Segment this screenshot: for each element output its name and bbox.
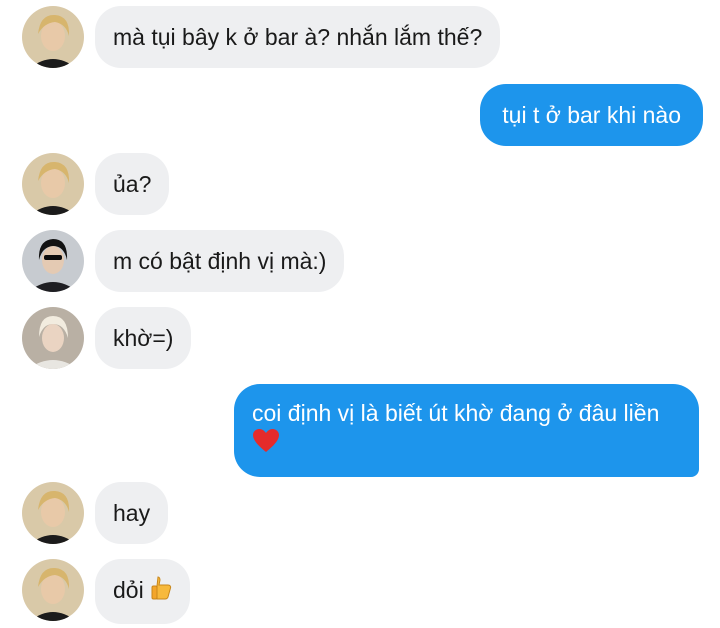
message-text: ủa? — [113, 171, 152, 197]
message-bubble-incoming[interactable]: ủa? — [95, 153, 170, 215]
red-heart-icon — [252, 428, 280, 461]
avatar-blonde-boy[interactable] — [22, 482, 84, 544]
message-text: coi định vị là biết út khờ đang ở đâu li… — [252, 400, 660, 426]
avatar-dark-hair-boy[interactable] — [22, 230, 84, 292]
message-text: khờ=) — [113, 325, 174, 351]
message-bubble-incoming[interactable]: khờ=) — [95, 307, 192, 369]
avatar-blonde-boy[interactable] — [22, 153, 84, 215]
message-bubble-incoming[interactable]: hay — [95, 482, 169, 544]
message-text: tụi t ở bar khi nào — [502, 102, 681, 128]
message-bubble-incoming[interactable]: mà tụi bây k ở bar à? nhắn lắm thế? — [95, 6, 501, 68]
avatar-blonde-boy[interactable] — [22, 559, 84, 621]
message-bubble-incoming[interactable]: m có bật định vị mà:) — [95, 230, 345, 292]
message-bubble-outgoing[interactable]: coi định vị là biết út khờ đang ở đâu li… — [234, 384, 699, 478]
message-text: m có bật định vị mà:) — [113, 248, 327, 274]
avatar-platinum-boy[interactable] — [22, 307, 84, 369]
message-text: mà tụi bây k ở bar à? nhắn lắm thế? — [113, 24, 483, 50]
message-text: hay — [113, 500, 151, 526]
avatar-blonde-boy[interactable] — [22, 6, 84, 68]
message-bubble-incoming[interactable]: dỏi — [95, 559, 191, 625]
message-text: dỏi — [113, 577, 144, 603]
message-bubble-outgoing[interactable]: tụi t ở bar khi nào — [480, 84, 703, 146]
thumbs-up-icon — [150, 575, 172, 608]
